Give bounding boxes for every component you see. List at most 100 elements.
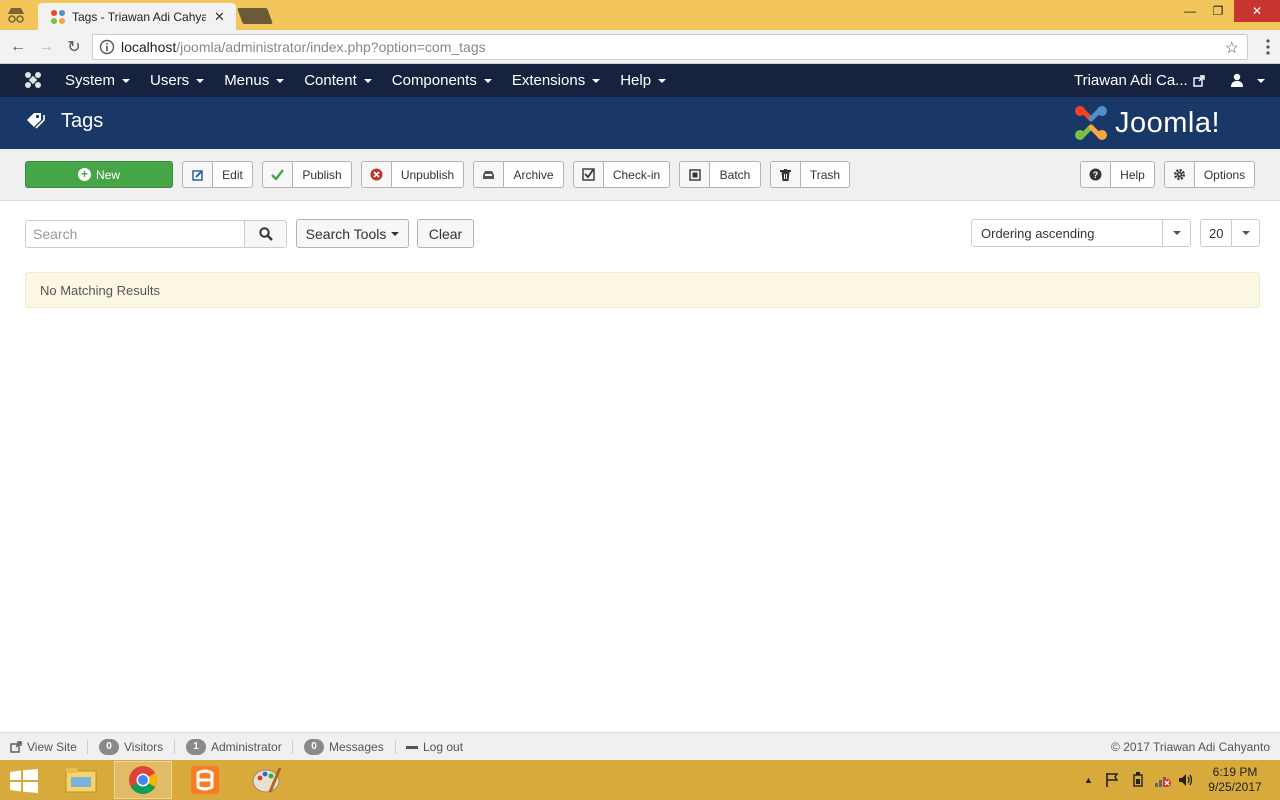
gear-icon [1165, 162, 1195, 187]
browser-toolbar: ← → ↻ localhost/joomla/administrator/ind… [0, 30, 1280, 64]
tab-title: Tags - Triawan Adi Cahyanto [72, 9, 206, 24]
bookmark-star-icon[interactable]: ☆ [1225, 38, 1239, 58]
paint-app[interactable] [238, 761, 296, 799]
menu-extensions[interactable]: Extensions [502, 64, 610, 97]
logout-link[interactable]: Log out [406, 733, 463, 761]
power-plug-icon[interactable] [1130, 760, 1146, 800]
restore-button[interactable]: ❐ [1203, 0, 1233, 22]
back-icon[interactable]: ← [7, 36, 29, 58]
menu-components[interactable]: Components [382, 64, 502, 97]
joomla-logo: Joomla! [1073, 105, 1258, 141]
no-results-alert: No Matching Results [25, 272, 1260, 308]
menu-system[interactable]: System [55, 64, 140, 97]
action-toolbar: + New Edit Publish Unpublish Archive Chec… [0, 149, 1280, 201]
menu-menus[interactable]: Menus [214, 64, 294, 97]
windows-start-icon[interactable] [10, 769, 38, 793]
chevron-down-icon [363, 78, 372, 83]
search-button[interactable] [244, 220, 287, 248]
minus-icon [406, 745, 418, 749]
options-button[interactable]: Options [1164, 161, 1255, 188]
window-close-button[interactable]: ✕ [1234, 0, 1280, 22]
divider [87, 740, 88, 754]
new-tab-button[interactable] [237, 8, 273, 24]
browser-menu-icon[interactable] [1266, 39, 1270, 55]
view-site-link[interactable]: View Site [10, 733, 77, 761]
ordering-value: Ordering ascending [981, 225, 1095, 241]
site-link[interactable]: Triawan Adi Ca... [1074, 64, 1205, 97]
chevron-up-icon[interactable]: ▲ [1084, 775, 1093, 785]
network-disconnected-icon[interactable] [1154, 760, 1172, 800]
new-button[interactable]: + New [25, 161, 173, 188]
url-path: /joomla/administrator/index.php?option=c… [176, 39, 486, 55]
visitors-badge: 0 [99, 739, 119, 755]
chevron-down-icon [592, 78, 601, 83]
menu-content[interactable]: Content [294, 64, 382, 97]
unpublish-x-icon [362, 162, 392, 187]
admin-navbar: System Users Menus Content Components Ex… [0, 64, 1280, 97]
external-link-icon [10, 741, 22, 753]
list-limit-value: 20 [1209, 225, 1224, 241]
admin-badge: 1 [186, 739, 206, 755]
search-tools-button[interactable]: Search Tools [296, 219, 409, 248]
file-explorer-app[interactable] [52, 761, 110, 799]
ordering-select[interactable]: Ordering ascending [971, 219, 1191, 247]
browser-tab-active[interactable]: Tags - Triawan Adi Cahyanto ✕ [38, 3, 236, 30]
user-icon[interactable] [1230, 73, 1244, 87]
menu-users[interactable]: Users [140, 64, 214, 97]
show-hidden-icons[interactable]: ▲ [1084, 760, 1093, 800]
help-button[interactable]: ? Help [1080, 161, 1155, 188]
action-center-flag-icon[interactable] [1104, 760, 1120, 800]
edit-button[interactable]: Edit [182, 161, 253, 188]
checkin-button[interactable]: Check-in [573, 161, 670, 188]
minimize-button[interactable]: — [1175, 0, 1205, 22]
forward-icon[interactable]: → [35, 36, 57, 58]
chevron-down-icon [122, 78, 131, 83]
chevron-down-icon [391, 231, 400, 236]
messages-link[interactable]: 0 Messages [304, 733, 384, 761]
batch-button[interactable]: Batch [679, 161, 761, 188]
trash-button[interactable]: Trash [770, 161, 850, 188]
chevron-down-icon [658, 78, 667, 83]
info-icon [99, 39, 115, 55]
joomla-home-icon[interactable] [24, 71, 42, 89]
url-host: localhost [121, 39, 177, 55]
user-menu-chevron-icon[interactable] [1257, 79, 1265, 83]
os-taskbar: ▲ 6:19 PM 9/25/2017 [0, 760, 1280, 800]
question-icon: ? [1081, 162, 1111, 187]
alert-message: No Matching Results [40, 282, 160, 298]
batch-icon [680, 162, 710, 187]
archive-icon [474, 162, 504, 187]
xampp-app[interactable] [176, 761, 234, 799]
list-limit-select[interactable]: 20 [1200, 219, 1260, 247]
divider [395, 740, 396, 754]
messages-badge: 0 [304, 739, 324, 755]
external-link-icon [1192, 74, 1205, 87]
reload-icon[interactable]: ↻ [63, 36, 85, 58]
volume-icon[interactable] [1178, 760, 1194, 800]
tab-close-icon[interactable]: ✕ [214, 9, 225, 25]
dropdown-arrow-icon [1231, 220, 1259, 246]
page-header: Tags Joomla! [0, 97, 1280, 149]
svg-text:?: ? [1093, 170, 1099, 180]
plus-icon: + [77, 168, 91, 181]
publish-button[interactable]: Publish [262, 161, 352, 188]
clear-button[interactable]: Clear [417, 219, 474, 248]
system-clock[interactable]: 6:19 PM 9/25/2017 [1200, 765, 1270, 795]
search-input[interactable] [25, 220, 245, 248]
chrome-icon [129, 766, 157, 794]
joomla-logo-icon [1075, 106, 1107, 140]
dropdown-arrow-icon [1162, 220, 1190, 246]
checkbox-icon [574, 162, 604, 187]
unpublish-button[interactable]: Unpublish [361, 161, 464, 188]
chrome-app[interactable] [114, 761, 172, 799]
archive-button[interactable]: Archive [473, 161, 564, 188]
admin-statusbar: View Site 0 Visitors 1 Administrator 0 M… [0, 732, 1280, 760]
paint-palette-icon [252, 767, 282, 793]
checkmark-icon [263, 162, 293, 187]
menu-help[interactable]: Help [610, 64, 676, 97]
visitors-status: 0 Visitors [99, 733, 163, 761]
clock-date: 9/25/2017 [1208, 780, 1262, 794]
divider [174, 740, 175, 754]
page-title: Tags [61, 110, 104, 132]
address-bar[interactable]: localhost/joomla/administrator/index.php… [92, 34, 1248, 60]
